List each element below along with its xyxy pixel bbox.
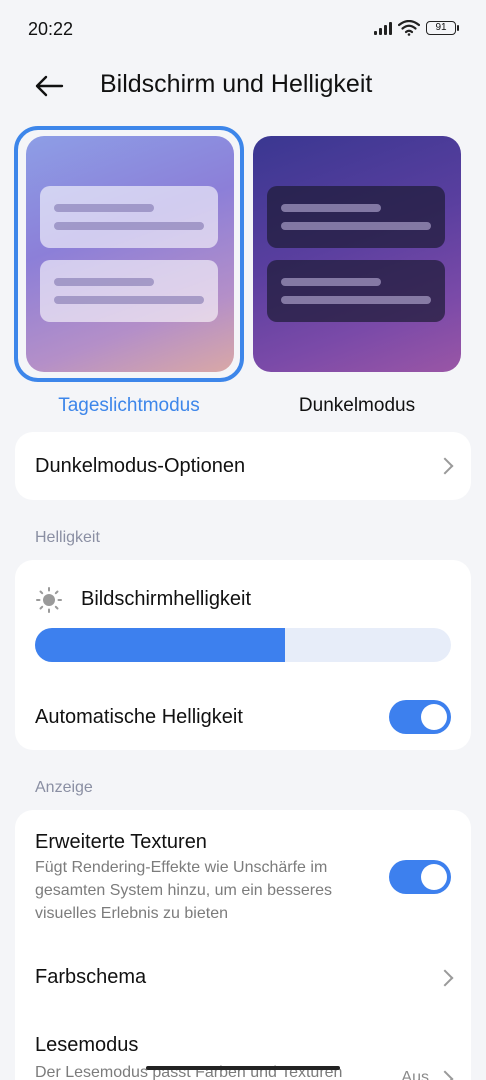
color-scheme-label: Farbschema (35, 966, 147, 988)
chevron-right-icon (436, 1070, 454, 1080)
section-header-display: Anzeige (35, 779, 93, 796)
sun-icon (36, 587, 62, 613)
light-mode-preview[interactable] (26, 136, 234, 372)
preview-card (40, 260, 218, 322)
signal-icon (374, 21, 392, 35)
brightness-slider[interactable] (35, 628, 451, 662)
textures-description: Fügt Rendering-Effekte wie Unschärfe im … (35, 859, 333, 922)
dark-mode-label[interactable]: Dunkelmodus (247, 395, 467, 417)
reading-mode-title: Lesemodus (35, 1034, 139, 1056)
battery-icon: 91 (426, 21, 459, 35)
auto-brightness-toggle[interactable] (389, 700, 451, 734)
dark-mode-options-row[interactable]: Dunkelmodus-Optionen (15, 432, 471, 500)
preview-card (267, 260, 445, 322)
preview-card (40, 186, 218, 248)
chevron-right-icon (436, 969, 454, 987)
light-mode-label[interactable]: Tageslichtmodus (19, 395, 239, 417)
textures-toggle[interactable] (389, 860, 451, 894)
textures-title: Erweiterte Texturen (35, 831, 207, 853)
arrow-left-icon (35, 75, 64, 97)
home-indicator (146, 1066, 340, 1070)
dark-mode-preview[interactable] (253, 136, 461, 372)
brightness-card: Bildschirmhelligkeit Automatische Hellig… (15, 560, 471, 750)
page-title: Bildschirm und Helligkeit (100, 70, 373, 98)
status-icons: 91 (374, 20, 459, 36)
preview-card (267, 186, 445, 248)
reading-mode-value: Aus (401, 1069, 429, 1080)
brightness-slider-fill (35, 628, 285, 662)
dark-mode-options-label: Dunkelmodus-Optionen (35, 455, 246, 477)
screen-brightness-label: Bildschirmhelligkeit (81, 588, 252, 610)
color-scheme-row[interactable]: Farbschema (15, 950, 471, 1006)
status-bar: 20:22 91 (0, 0, 486, 58)
auto-brightness-label: Automatische Helligkeit (35, 706, 243, 728)
chevron-right-icon (436, 457, 454, 475)
display-card: Erweiterte Texturen Fügt Rendering-Effek… (15, 810, 471, 1080)
back-button[interactable] (26, 66, 72, 106)
reading-mode-description: Der Lesemodus passt Farben und Texturen (35, 1064, 343, 1080)
status-time: 20:22 (28, 19, 74, 39)
app-header: Bildschirm und Helligkeit (0, 58, 486, 114)
wifi-icon (398, 20, 420, 36)
reading-mode-row[interactable]: Lesemodus Der Lesemodus passt Farben und… (15, 1025, 471, 1080)
section-header-brightness: Helligkeit (35, 529, 100, 546)
